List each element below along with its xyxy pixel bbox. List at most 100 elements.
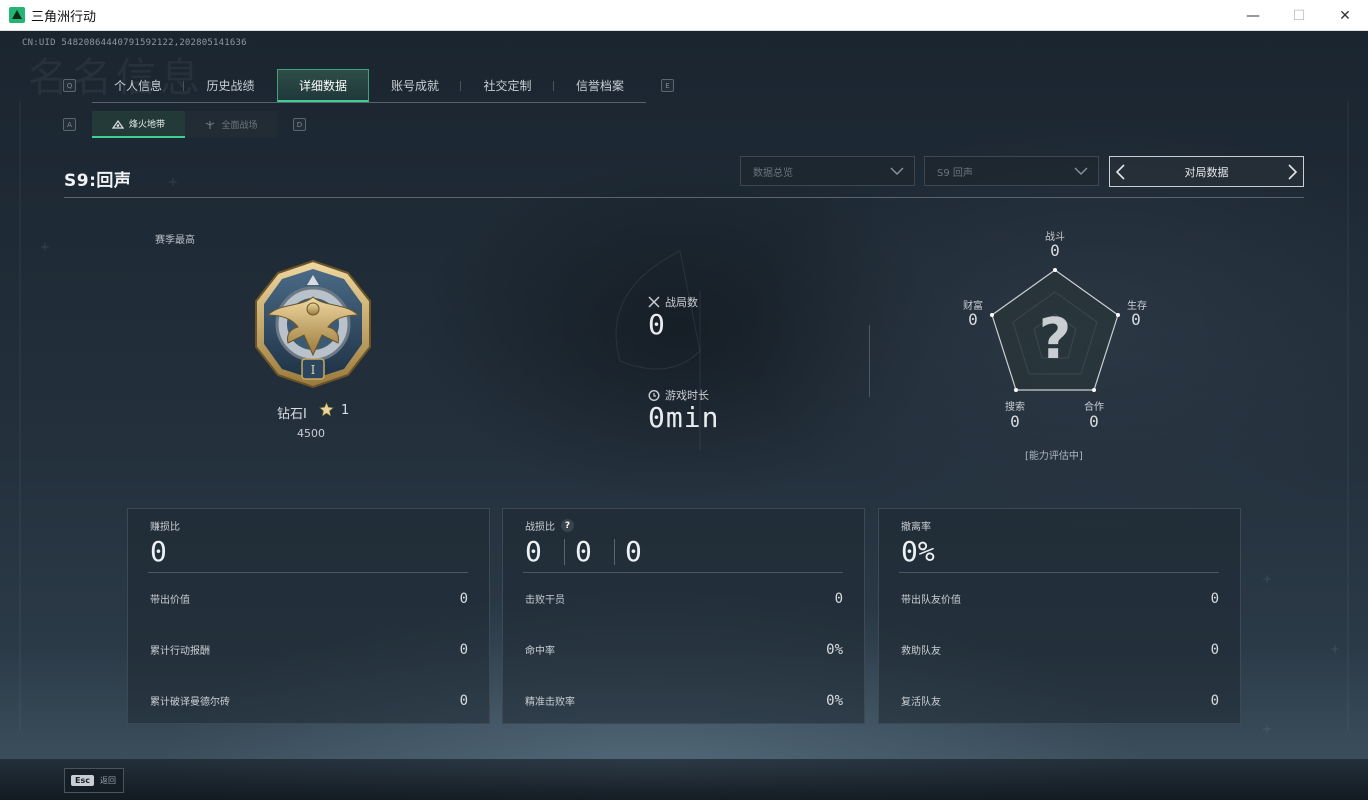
tab-reputation[interactable]: 信誉档案	[554, 69, 646, 102]
tab-achievements[interactable]: 账号成就	[369, 69, 461, 102]
battlefield-icon	[206, 120, 215, 129]
row-label: 击败干员	[525, 595, 565, 606]
playtime-value: 0min	[648, 401, 720, 434]
rank-name: 钻石Ⅰ	[277, 407, 307, 422]
subtab-label: 烽火地带	[128, 120, 165, 130]
season-best-label: 赛季最高	[155, 235, 195, 246]
radar-value-wealth: 0	[968, 310, 978, 329]
panel-row: 精准击败率 0%	[525, 693, 843, 709]
panel-row: 累计破译曼德尔砖 0	[150, 693, 468, 709]
panel-main-value: 0%	[901, 535, 935, 568]
subtab-hazard-zone[interactable]: 烽火地带	[92, 111, 185, 138]
panel-divider	[523, 572, 843, 573]
panel-row: 命中率 0%	[525, 642, 843, 658]
row-label: 命中率	[525, 646, 555, 657]
panel-title: 赚损比	[150, 518, 180, 533]
footer-bar	[0, 759, 1368, 800]
tab-detailed-data[interactable]: 详细数据	[277, 69, 369, 102]
season-dropdown-value: S9 回声	[937, 167, 973, 179]
esc-key-icon: Esc	[71, 775, 94, 786]
panel-row: 累计行动报酬 0	[150, 642, 468, 658]
medal-numeral: I	[311, 363, 316, 377]
panel-title-text: 撤离率	[901, 522, 931, 533]
ratio-value: 0	[625, 535, 642, 568]
chevron-down-icon	[1074, 167, 1088, 175]
help-icon[interactable]: ?	[561, 519, 574, 532]
tab-history[interactable]: 历史战绩	[184, 69, 277, 102]
panel-row: 救助队友 0	[901, 642, 1219, 658]
row-value: 0	[1210, 591, 1219, 607]
ability-radar: ? 战斗 0 生存 0 合作 0 搜索 0 财富 0	[930, 226, 1180, 466]
ability-status: [能力评估中]	[1025, 451, 1083, 462]
tab-left-key-hint: Q	[63, 79, 76, 92]
overview-dropdown[interactable]: 数据总览	[740, 156, 915, 186]
panel-row: 击败干员 0	[525, 591, 843, 607]
row-value: 0%	[826, 693, 843, 709]
svg-text:+: +	[1262, 572, 1272, 586]
row-value: 0	[459, 591, 468, 607]
overview-dropdown-value: 数据总览	[753, 167, 793, 179]
tab-label: 个人信息	[113, 79, 162, 93]
subtab-full-battlefield[interactable]: 全面战场	[185, 111, 277, 138]
window-titlebar: 三角洲行动 — ☐ ✕	[0, 0, 1368, 31]
close-button[interactable]: ✕	[1322, 0, 1368, 31]
row-value: 0	[1210, 642, 1219, 658]
season-dropdown[interactable]: S9 回声	[924, 156, 1099, 186]
hazard-zone-icon	[111, 119, 124, 129]
panel-row: 带出队友价值 0	[901, 591, 1219, 607]
row-label: 带出队友价值	[901, 595, 961, 606]
back-label: 返回	[99, 776, 116, 785]
radar-value-cooperation: 0	[1089, 412, 1099, 431]
header-divider	[64, 197, 1304, 198]
row-label: 累计破译曼德尔砖	[150, 697, 230, 708]
svg-text:+: +	[1262, 722, 1272, 736]
radar-label-search: 搜索	[1005, 402, 1025, 413]
minimize-button[interactable]: —	[1230, 0, 1276, 31]
rank-star-count: 1	[341, 403, 350, 418]
season-title: S9:回声	[64, 171, 132, 191]
panel-title: 撤离率	[901, 518, 931, 533]
subtab-right-key-hint: D	[293, 118, 306, 131]
sub-tab-bar: 烽火地带 全面战场	[92, 111, 277, 138]
row-label: 救助队友	[901, 646, 941, 657]
radar-question-mark: ?	[1039, 307, 1071, 372]
row-label: 复活队友	[901, 697, 941, 708]
row-value: 0	[1210, 693, 1219, 709]
chevron-right-icon[interactable]	[1285, 163, 1299, 181]
row-value: 0%	[826, 642, 843, 658]
chevron-down-icon	[890, 167, 904, 175]
radar-value-combat: 0	[1050, 241, 1060, 260]
row-label: 精准击败率	[525, 697, 575, 708]
crossed-swords-icon	[648, 296, 660, 308]
radar-label-cooperation: 合作	[1084, 402, 1104, 413]
back-button[interactable]: Esc 返回	[64, 768, 124, 793]
tab-label: 账号成就	[390, 79, 439, 93]
app-logo-icon	[9, 7, 25, 23]
tab-social[interactable]: 社交定制	[461, 69, 554, 102]
pager-label: 对局数据	[1184, 165, 1229, 179]
window-controls: — ☐ ✕	[1230, 0, 1368, 31]
row-label: 累计行动报酬	[150, 646, 210, 657]
ratio-value: 0	[575, 535, 592, 568]
panel-main-value: 0	[150, 535, 167, 568]
game-view: + + + + + CN:UID 548208644407915921​22,2028…	[0, 31, 1368, 800]
panel-divider	[148, 572, 468, 573]
chevron-left-icon[interactable]	[1114, 163, 1128, 181]
tab-right-key-hint: E	[661, 79, 674, 92]
tab-label: 信誉档案	[575, 79, 624, 93]
radar-value-search: 0	[1010, 412, 1020, 431]
rank-medal-icon: I	[255, 259, 371, 389]
panel-divider	[899, 572, 1219, 573]
svg-text:+: +	[168, 175, 178, 189]
panel-title: 战损比 ?	[525, 518, 574, 533]
kd-ratio-values: 0 0 0	[525, 535, 664, 568]
row-value: 0	[459, 642, 468, 658]
match-data-pager: 对局数据	[1109, 156, 1304, 187]
svg-text:+: +	[40, 240, 50, 254]
kd-ratio-panel: 战损比 ? 0 0 0 击败干员 0 命中率 0% 精准击败率 0%	[502, 508, 865, 724]
row-label: 带出价值	[150, 595, 190, 606]
tab-personal-info[interactable]: 个人信息	[92, 69, 184, 102]
maximize-button[interactable]: ☐	[1276, 0, 1322, 31]
summary-divider	[869, 325, 870, 397]
subtab-left-key-hint: A	[63, 118, 76, 131]
